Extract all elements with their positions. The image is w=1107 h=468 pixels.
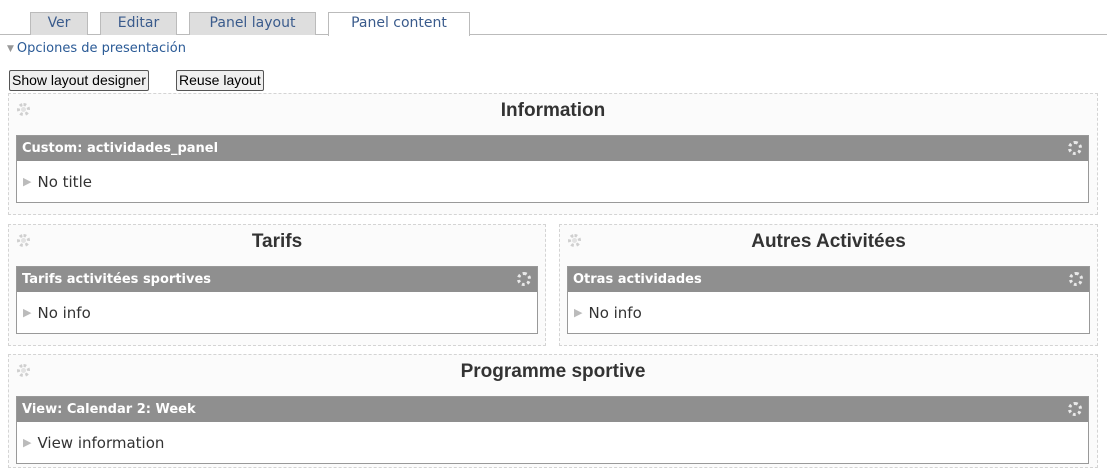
tab-panel-layout[interactable]: Panel layout: [189, 12, 316, 35]
pane-body-text: View information: [37, 434, 165, 452]
pane-header: View: Calendar 2: Week: [17, 397, 1088, 422]
triangle-right-icon[interactable]: ▶: [23, 422, 31, 464]
region-title: Autres Activitées: [751, 231, 906, 252]
region-title: Information: [500, 100, 606, 121]
region-programme-sportive: Programme sportive View: Calendar 2: Wee…: [8, 354, 1098, 468]
region-title: Tarifs: [251, 231, 303, 252]
pane-information: Custom: actividades_panel ▶ No title: [16, 135, 1089, 203]
pane-body: ▶ View information: [17, 422, 1088, 464]
region-information: Information Custom: actividades_panel ▶ N…: [8, 93, 1098, 215]
pane-header: Tarifs activitées sportives: [17, 267, 537, 292]
region-autres-activites: Autres Activitées Otras actividades ▶ No …: [559, 224, 1098, 346]
pane-body-text: No info: [588, 304, 642, 322]
display-options-toggle[interactable]: ▼ Opciones de presentación: [7, 41, 186, 56]
pane-body: ▶ No info: [568, 292, 1089, 334]
pane-title: Custom: actividades_panel: [22, 141, 219, 156]
pane-title: Tarifs activitées sportives: [22, 272, 212, 287]
pane-autres-activites: Otras actividades ▶ No info: [567, 266, 1090, 334]
gear-icon[interactable]: [1069, 272, 1083, 286]
region-title: Programme sportive: [460, 361, 646, 382]
triangle-right-icon[interactable]: ▶: [574, 292, 582, 334]
pane-tarifs: Tarifs activitées sportives ▶ No info: [16, 266, 538, 334]
triangle-down-icon: ▼: [7, 44, 14, 54]
gear-icon[interactable]: [1068, 141, 1082, 155]
pane-programme-sportive: View: Calendar 2: Week ▶ View information: [16, 396, 1089, 464]
pane-title: Otras actividades: [573, 272, 702, 287]
pane-body: ▶ No info: [17, 292, 537, 334]
show-layout-designer-button[interactable]: Show layout designer: [9, 70, 149, 91]
pane-header: Otras actividades: [568, 267, 1089, 292]
pane-body-text: No title: [37, 173, 92, 191]
region-tarifs: Tarifs Tarifs activitées sportives ▶ No i…: [8, 224, 546, 346]
reuse-layout-button[interactable]: Reuse layout: [176, 70, 264, 91]
display-options-label: Opciones de presentación: [16, 41, 186, 56]
pane-title: View: Calendar 2: Week: [22, 402, 196, 417]
gear-icon[interactable]: [517, 272, 531, 286]
tab-bar: Ver Editar Panel layout Panel content: [0, 0, 1107, 36]
triangle-right-icon[interactable]: ▶: [23, 292, 31, 334]
pane-body-text: No info: [37, 304, 91, 322]
triangle-right-icon[interactable]: ▶: [23, 161, 31, 203]
tab-editar[interactable]: Editar: [100, 12, 177, 35]
pane-header: Custom: actividades_panel: [17, 136, 1088, 161]
tab-ver[interactable]: Ver: [30, 12, 88, 35]
gear-icon[interactable]: [1068, 402, 1082, 416]
pane-body: ▶ No title: [17, 161, 1088, 203]
tab-panel-content[interactable]: Panel content: [328, 12, 470, 36]
